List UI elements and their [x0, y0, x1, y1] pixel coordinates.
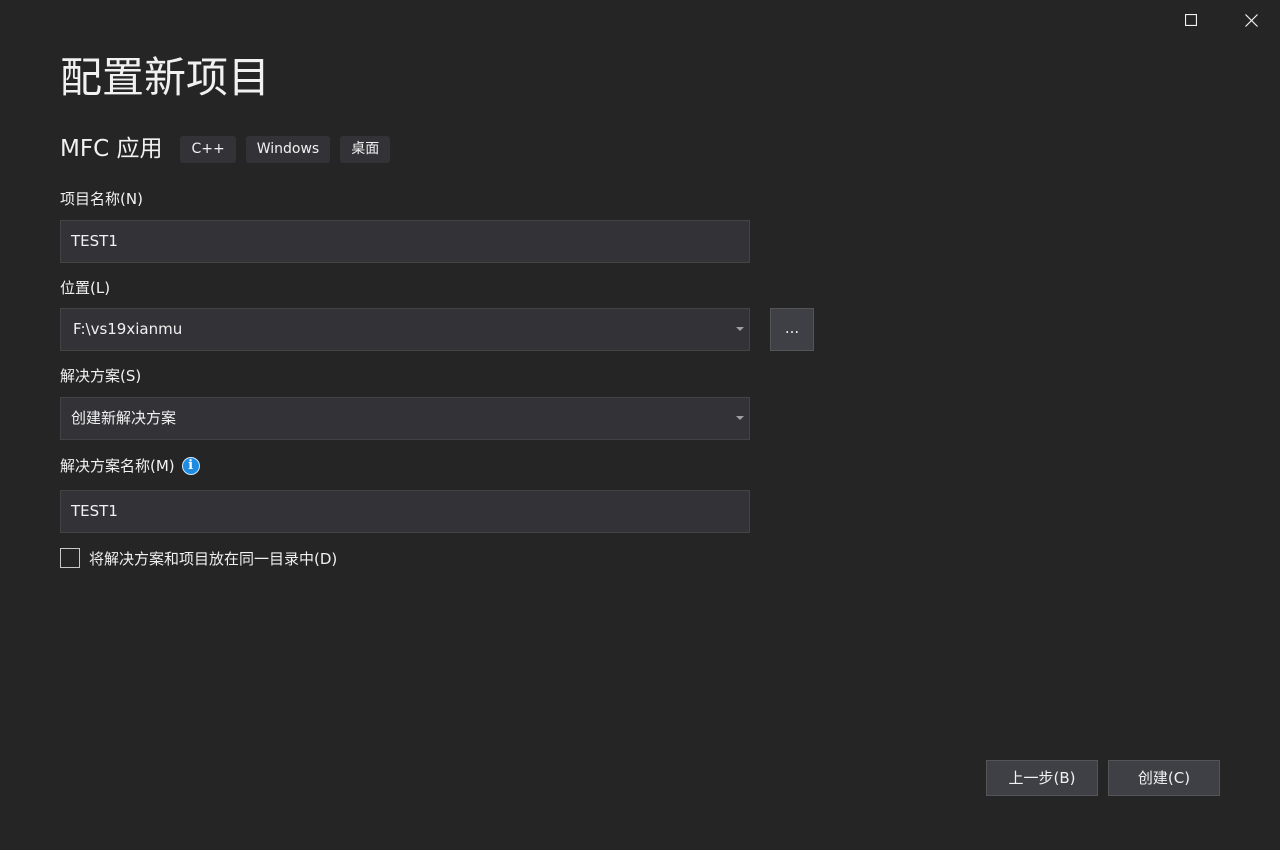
- solution-combobox[interactable]: 创建新解决方案: [60, 397, 750, 440]
- page-title: 配置新项目: [60, 53, 271, 102]
- browse-button[interactable]: ...: [770, 308, 814, 351]
- solution-name-label-row: 解决方案名称(M) i: [60, 456, 200, 476]
- close-icon: [1244, 13, 1258, 27]
- close-button[interactable]: [1228, 0, 1274, 40]
- template-name: MFC 应用: [60, 136, 163, 162]
- template-summary: MFC 应用 C++ Windows 桌面: [60, 134, 400, 164]
- configure-project-window: 配置新项目 MFC 应用 C++ Windows 桌面 项目名称(N) TEST…: [0, 0, 1280, 850]
- solution-name-value: TEST1: [71, 502, 118, 520]
- same-directory-checkbox[interactable]: [60, 548, 80, 568]
- project-name-input[interactable]: TEST1: [60, 220, 750, 263]
- project-name-value: TEST1: [71, 232, 118, 250]
- same-directory-option: 将解决方案和项目放在同一目录中(D): [60, 547, 337, 569]
- project-name-label: 项目名称(N): [60, 190, 143, 208]
- location-combobox[interactable]: F:\vs19xianmu: [60, 308, 750, 351]
- tag-project-type: 桌面: [340, 135, 391, 163]
- solution-value: 创建新解决方案: [71, 409, 177, 427]
- back-button[interactable]: 上一步(B): [986, 760, 1098, 796]
- tag-language: C++: [180, 135, 236, 163]
- solution-name-input[interactable]: TEST1: [60, 490, 750, 533]
- location-label: 位置(L): [60, 279, 111, 297]
- info-icon[interactable]: i: [181, 457, 200, 475]
- maximize-button[interactable]: [1168, 0, 1214, 40]
- location-value: F:\vs19xianmu: [73, 320, 183, 338]
- create-button[interactable]: 创建(C): [1108, 760, 1220, 796]
- solution-label: 解决方案(S): [60, 367, 142, 385]
- maximize-icon: [1185, 14, 1197, 26]
- same-directory-label[interactable]: 将解决方案和项目放在同一目录中(D): [89, 548, 337, 569]
- dropdown-arrow-icon[interactable]: [736, 416, 744, 420]
- dropdown-arrow-icon[interactable]: [736, 327, 744, 331]
- tag-platform: Windows: [245, 135, 331, 163]
- solution-name-label: 解决方案名称(M): [60, 457, 175, 475]
